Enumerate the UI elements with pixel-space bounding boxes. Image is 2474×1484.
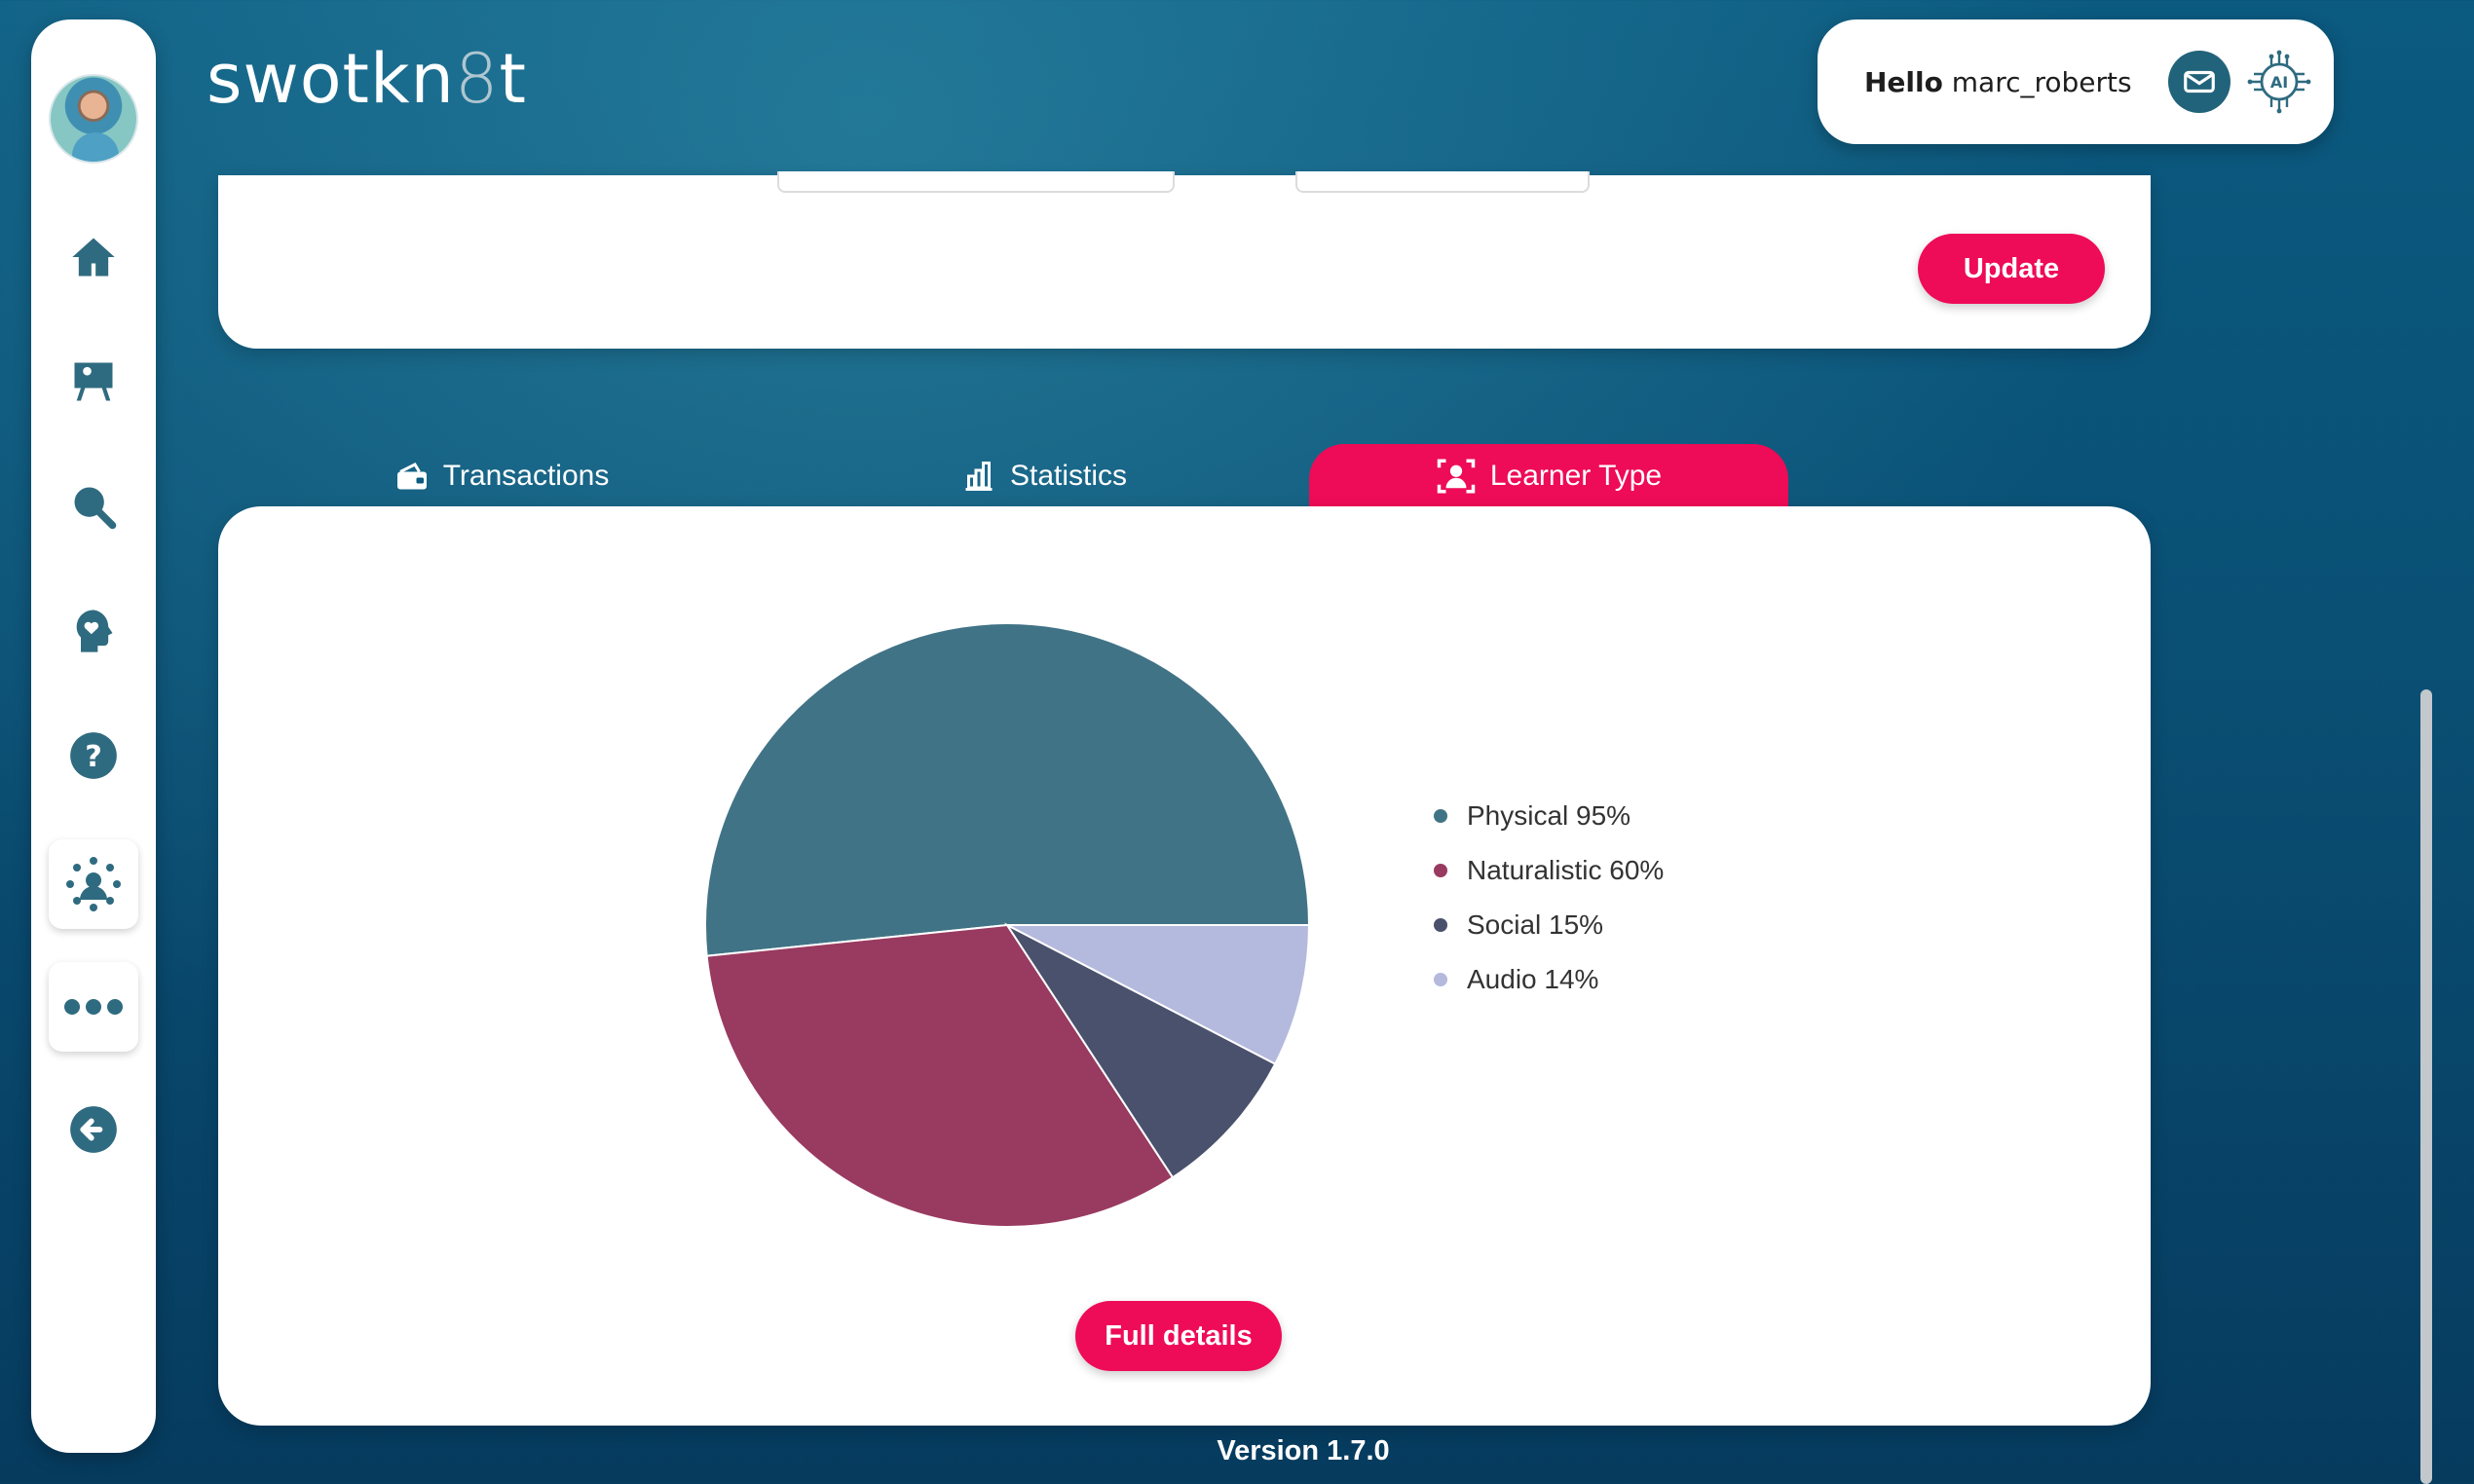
- legend-dot: [1434, 973, 1447, 986]
- legend-dot: [1434, 918, 1447, 932]
- sidebar-item-help[interactable]: ?: [62, 724, 125, 787]
- sidebar-item-logout[interactable]: [62, 1098, 125, 1161]
- form-field[interactable]: [1295, 171, 1590, 193]
- tab-label: Learner Type: [1489, 460, 1663, 492]
- svg-text:?: ?: [85, 740, 102, 774]
- more-icon: [64, 999, 123, 1015]
- learner-focus-icon: [1437, 459, 1476, 494]
- chart-legend: Physical 95% Naturalistic 60% Social 15%…: [1434, 789, 1664, 1007]
- tab-statistics[interactable]: Statistics: [927, 444, 1161, 508]
- sidebar-item-home[interactable]: [62, 226, 125, 288]
- home-icon: [72, 238, 115, 277]
- sidebar-item-wellbeing[interactable]: [62, 600, 125, 662]
- scrollbar[interactable]: [2420, 689, 2432, 1484]
- legend-item-audio: Audio 14%: [1434, 952, 1664, 1007]
- legend-dot: [1434, 864, 1447, 877]
- search-icon: [74, 487, 117, 530]
- learner-type-card: Physical 95% Naturalistic 60% Social 15%…: [218, 506, 2151, 1426]
- learner-type-pie-chart: [704, 622, 1311, 1228]
- form-field[interactable]: [777, 171, 1175, 193]
- legend-dot: [1434, 809, 1447, 823]
- avatar[interactable]: [49, 74, 138, 164]
- ai-assistant-button[interactable]: AI: [2244, 47, 2314, 117]
- classroom-board-icon: [74, 362, 113, 401]
- sidebar-item-more[interactable]: [49, 962, 138, 1052]
- full-details-button[interactable]: Full details: [1075, 1301, 1282, 1371]
- tab-transactions[interactable]: Transactions: [370, 444, 633, 508]
- head-heart-icon: [76, 610, 113, 652]
- legend-label: Physical 95%: [1467, 800, 1631, 831]
- update-button[interactable]: Update: [1918, 234, 2105, 304]
- legend-item-social: Social 15%: [1434, 898, 1664, 952]
- legend-label: Audio 14%: [1467, 964, 1599, 994]
- app-logo[interactable]: swotkn8t: [206, 39, 527, 119]
- bar-chart-icon: [965, 462, 993, 491]
- legend-item-physical: Physical 95%: [1434, 789, 1664, 843]
- mail-button[interactable]: [2168, 51, 2230, 113]
- mail-icon: [2184, 70, 2215, 93]
- pie-slice-physical[interactable]: [704, 622, 1311, 957]
- sidebar: ?: [31, 19, 156, 1453]
- svg-text:AI: AI: [2270, 73, 2288, 92]
- ai-chip-icon: AI: [2247, 50, 2311, 114]
- legend-label: Naturalistic 60%: [1467, 855, 1665, 885]
- username: marc_roberts: [1951, 66, 2132, 98]
- sidebar-item-community[interactable]: [49, 839, 138, 929]
- legend-item-naturalistic: Naturalistic 60%: [1434, 843, 1664, 898]
- help-icon: ?: [70, 732, 117, 779]
- sidebar-item-classroom[interactable]: [62, 351, 125, 413]
- user-greeting-panel: Hello marc_roberts AI: [1818, 19, 2334, 144]
- profile-form-card: Update: [218, 171, 2151, 349]
- logout-icon: [70, 1106, 117, 1153]
- sidebar-item-search[interactable]: [62, 475, 125, 538]
- version-label: Version 1.7.0: [1217, 1435, 1390, 1466]
- tab-learner-type[interactable]: Learner Type: [1309, 444, 1788, 508]
- tab-label: Statistics: [1009, 460, 1128, 492]
- greeting-text: Hello marc_roberts: [1864, 66, 2132, 98]
- legend-label: Social 15%: [1467, 909, 1604, 940]
- wallet-icon: [396, 463, 427, 490]
- tab-label: Transactions: [442, 460, 610, 492]
- community-icon: [66, 857, 121, 911]
